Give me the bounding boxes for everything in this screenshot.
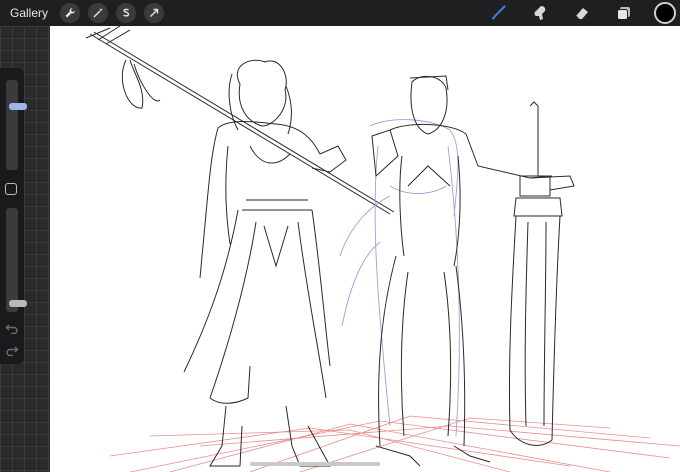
transform-arrow-icon: [150, 8, 159, 17]
selection-button[interactable]: [116, 3, 136, 23]
layers-button[interactable]: [612, 1, 636, 25]
brush-icon: [492, 5, 506, 20]
transform-button[interactable]: [144, 3, 164, 23]
perspective-grid: [109, 415, 680, 472]
paint-tool-button[interactable]: [486, 1, 510, 25]
redo-icon[interactable]: [5, 344, 19, 356]
color-picker-button[interactable]: [654, 2, 676, 24]
procreate-app: Gallery: [0, 0, 680, 472]
selection-s-icon: [123, 8, 130, 17]
drawing-canvas[interactable]: [50, 26, 680, 472]
modify-button[interactable]: [5, 183, 17, 195]
opacity-thumb[interactable]: [9, 300, 27, 308]
gallery-button[interactable]: Gallery: [10, 6, 52, 20]
wrench-icon: [65, 8, 75, 18]
sketch-artwork: [85, 26, 680, 472]
eraser-icon: [575, 8, 588, 20]
smudge-tool-button[interactable]: [528, 1, 552, 25]
eraser-tool-button[interactable]: [570, 1, 594, 25]
right-tool-group: [486, 0, 680, 26]
sword-sketch: [508, 101, 563, 446]
left-figure-sketch: [183, 59, 347, 467]
right-figure-guides: [339, 119, 460, 437]
undo-icon[interactable]: [5, 322, 19, 334]
spear-sketch: [85, 26, 395, 215]
brush-size-thumb[interactable]: [9, 103, 27, 111]
top-toolbar: Gallery: [0, 0, 680, 26]
smudge-icon: [534, 6, 546, 20]
magic-wand-icon: [93, 8, 103, 18]
actions-button[interactable]: [60, 3, 80, 23]
opacity-slider[interactable]: [6, 208, 27, 312]
sidebar: [0, 68, 27, 364]
layers-icon: [617, 7, 630, 20]
adjustments-button[interactable]: [88, 3, 108, 23]
home-indicator: [250, 462, 380, 466]
brush-size-slider[interactable]: [6, 80, 27, 170]
